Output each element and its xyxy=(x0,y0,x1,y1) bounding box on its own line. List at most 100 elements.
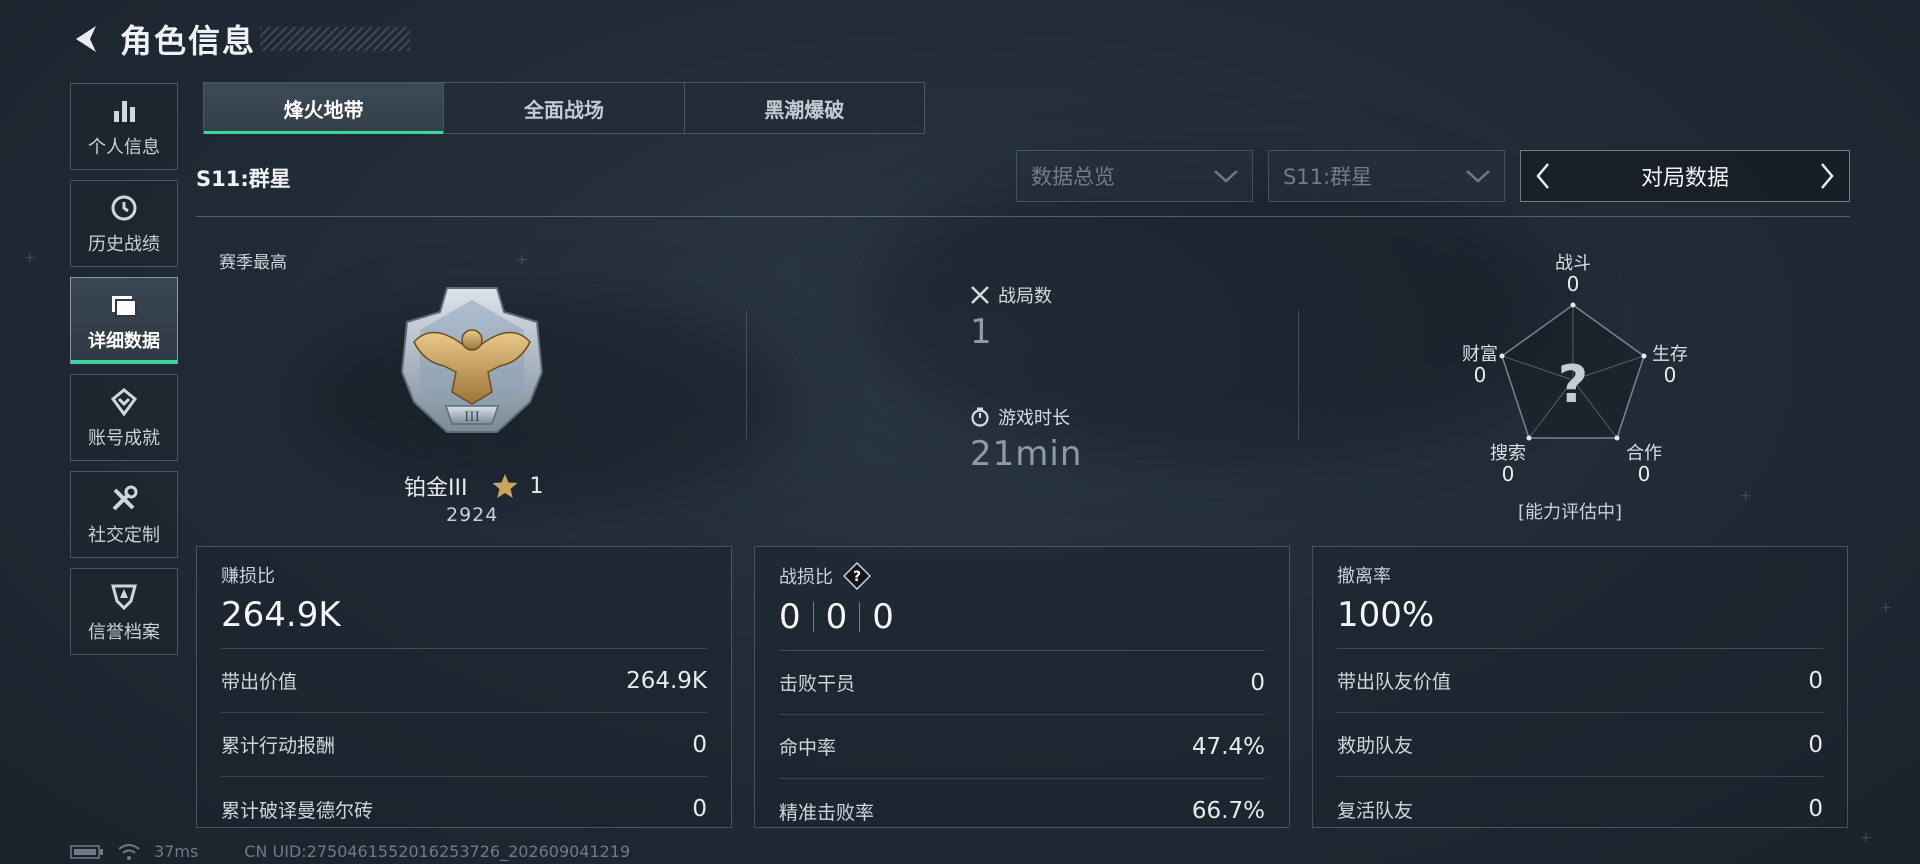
radar-wealth-value: 0 xyxy=(1473,363,1487,387)
title-decoration xyxy=(260,27,411,51)
sidebar-item-profile[interactable]: 个人信息 xyxy=(70,83,178,170)
kd-divider xyxy=(859,602,861,632)
combat-card: 战损比 ? 0 0 0 击败干员 0 命中率 47.4% 精准击败率 66.7% xyxy=(754,546,1290,828)
chevron-down-icon xyxy=(1214,170,1238,183)
combat-title-row: 战损比 ? xyxy=(779,562,1265,590)
matches-label: 战局数 xyxy=(998,286,1052,307)
radar-cooperation-value: 0 xyxy=(1637,462,1651,486)
radar-search: 搜索 0 xyxy=(1480,444,1536,486)
wifi-icon xyxy=(118,843,140,860)
sidebar-item-label: 个人信息 xyxy=(88,136,160,158)
radar-status-note: [能力评估中] xyxy=(1517,502,1623,523)
page-title: 角色信息 xyxy=(120,22,257,60)
tab-blackout-breach[interactable]: 黑潮爆破 xyxy=(683,83,924,133)
dropdown-value: 数据总览 xyxy=(1031,165,1115,189)
tab-full-battlefield[interactable]: 全面战场 xyxy=(443,83,683,133)
sidebar-item-social[interactable]: 社交定制 xyxy=(70,471,178,558)
sidebar: 个人信息 历史战绩 详细数据 账号成就 社交定制 信誉档案 xyxy=(70,83,178,665)
stopwatch-icon xyxy=(971,407,989,427)
season-label: S11:群星 xyxy=(196,167,291,191)
sidebar-item-achievements[interactable]: 账号成就 xyxy=(70,374,178,461)
header: 角色信息 xyxy=(66,16,411,62)
rank-stars: 1 xyxy=(529,473,544,499)
tab-hazard-zone[interactable]: 烽火地带 xyxy=(204,83,444,134)
kd-value: 0 xyxy=(872,597,894,637)
matches-value: 1 xyxy=(970,312,993,352)
playtime-label: 游戏时长 xyxy=(998,408,1070,429)
status-footer: 37ms CN UID:2750461552016253726_20260904… xyxy=(70,842,630,861)
matches-stat: 战局数 1 xyxy=(970,282,1052,352)
sidebar-item-label: 社交定制 xyxy=(88,524,160,546)
radar-wealth: 财富 0 xyxy=(1452,344,1508,387)
stat-row: 累计破译曼德尔砖 0 xyxy=(221,777,707,841)
row-label: 救助队友 xyxy=(1337,735,1414,757)
radar-cooperation: 合作 0 xyxy=(1616,443,1672,486)
help-icon: ? xyxy=(843,562,871,590)
radar-survival-value: 0 xyxy=(1663,363,1677,387)
section-divider xyxy=(196,216,1850,217)
sidebar-item-detailed-data[interactable]: 详细数据 xyxy=(70,277,178,364)
radar-combat-value: 0 xyxy=(1566,272,1580,296)
rank-tier-label: 铂金III xyxy=(404,476,468,501)
bar-chart-icon xyxy=(108,95,140,127)
extraction-title: 撤离率 xyxy=(1337,566,1391,587)
season-dropdown[interactable]: S11:群星 xyxy=(1268,150,1505,202)
mode-tabs: 烽火地带 全面战场 黑潮爆破 xyxy=(203,82,925,134)
sidebar-item-label: 信誉档案 xyxy=(88,621,160,643)
stat-row: 带出价值 264.9K xyxy=(221,649,707,713)
row-label: 复活队友 xyxy=(1337,799,1414,822)
radar-search-value: 0 xyxy=(1501,462,1515,486)
tools-icon xyxy=(108,483,140,515)
radar-cooperation-label: 合作 xyxy=(1626,443,1662,464)
player-uid: CN UID:2750461552016253726_202609041219 xyxy=(244,842,631,861)
data-overview-dropdown[interactable]: 数据总览 xyxy=(1016,150,1253,202)
row-value: 0 xyxy=(692,731,707,758)
help-mark: ? xyxy=(853,569,861,585)
pager-label: 对局数据 xyxy=(1640,166,1729,191)
sidebar-item-label: 详细数据 xyxy=(88,330,160,352)
dropdown-value: S11:群星 xyxy=(1283,165,1373,189)
chevron-left-icon xyxy=(1536,163,1549,189)
row-label: 命中率 xyxy=(779,737,837,759)
help-button[interactable]: ? xyxy=(843,562,871,590)
kd-value: 0 xyxy=(825,597,848,637)
playtime-stat: 游戏时长 21min xyxy=(970,404,1082,474)
pager-next-button[interactable] xyxy=(1805,151,1849,201)
row-label: 累计破译曼德尔砖 xyxy=(221,799,374,822)
match-data-pager: 对局数据 xyxy=(1520,150,1850,202)
row-value: 47.4% xyxy=(1191,733,1265,760)
row-label: 击败干员 xyxy=(779,673,856,695)
sidebar-item-reputation[interactable]: 信誉档案 xyxy=(70,568,178,655)
row-value: 264.9K xyxy=(626,667,707,694)
row-label: 累计行动报酬 xyxy=(221,735,336,757)
radar-unknown-mark: ? xyxy=(1558,355,1588,415)
achievement-icon xyxy=(108,386,140,418)
pager-prev-button[interactable] xyxy=(1521,151,1565,201)
row-value: 0 xyxy=(692,796,707,822)
row-value: 66.7% xyxy=(1191,798,1265,824)
stat-row: 精准击败率 66.7% xyxy=(779,779,1265,843)
radar-combat: 战斗 0 xyxy=(1548,253,1598,296)
stat-row: 救助队友 0 xyxy=(1337,713,1823,777)
stat-row: 复活队友 0 xyxy=(1337,777,1823,841)
row-label: 精准击败率 xyxy=(779,801,875,824)
crossed-swords-icon xyxy=(971,286,989,304)
row-value: 0 xyxy=(1808,731,1823,758)
sidebar-item-history[interactable]: 历史战绩 xyxy=(70,180,178,267)
radar-wealth-label: 财富 xyxy=(1462,344,1498,365)
history-clock-icon xyxy=(108,192,140,224)
kd-values: 0 0 0 xyxy=(779,594,1265,640)
kd-value: 0 xyxy=(779,597,801,637)
radar-survival-label: 生存 xyxy=(1652,344,1688,365)
back-button[interactable] xyxy=(66,18,108,60)
chevron-right-icon xyxy=(1821,163,1834,189)
radar-combat-label: 战斗 xyxy=(1555,253,1591,274)
stat-row: 击败干员 0 xyxy=(779,651,1265,715)
season-best-heading: 赛季最高 xyxy=(219,253,287,273)
stat-row: 带出队友价值 0 xyxy=(1337,649,1823,713)
extraction-card: 撤离率 100% 带出队友价值 0 救助队友 0 复活队友 0 xyxy=(1312,546,1848,828)
stat-row: 命中率 47.4% xyxy=(779,715,1265,779)
column-divider xyxy=(1298,310,1299,440)
combat-title: 战损比 xyxy=(779,567,833,588)
sidebar-item-label: 账号成就 xyxy=(88,427,160,449)
